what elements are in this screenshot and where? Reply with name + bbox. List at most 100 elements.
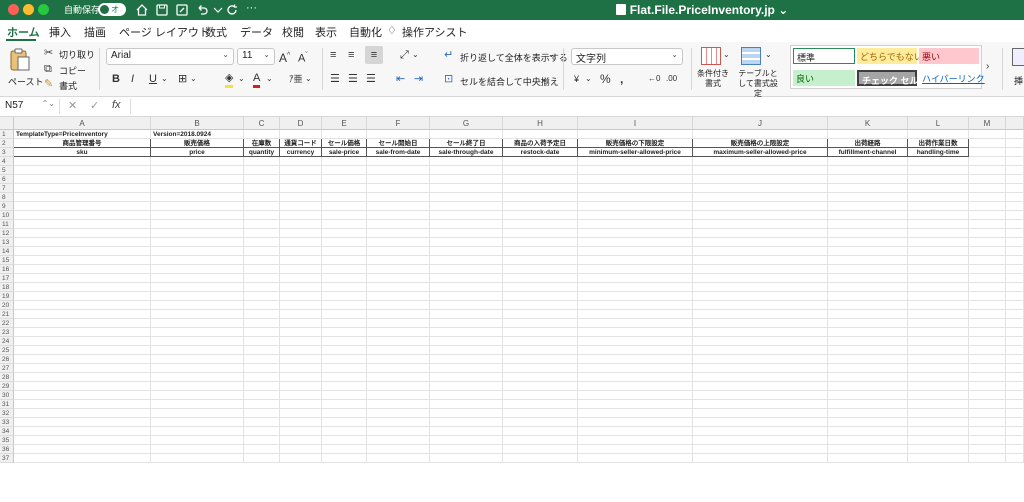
- number-format-select[interactable]: 文字列 ⌄: [571, 48, 683, 65]
- grid-cell[interactable]: [503, 337, 578, 346]
- grid-cell[interactable]: [244, 283, 280, 292]
- grid-cell[interactable]: [828, 265, 908, 274]
- grid-cell[interactable]: [244, 364, 280, 373]
- grid-cell[interactable]: [578, 193, 693, 202]
- grid-cell[interactable]: [14, 445, 151, 454]
- orientation-dropdown-icon[interactable]: ⌄: [412, 48, 419, 62]
- tab-draw[interactable]: 描画: [84, 24, 106, 40]
- cut-icon[interactable]: ✂: [44, 46, 53, 60]
- grid-cell[interactable]: [430, 364, 503, 373]
- grid-cell[interactable]: [244, 373, 280, 382]
- grid-cell[interactable]: [969, 292, 1006, 301]
- grid-cell[interactable]: [908, 301, 969, 310]
- grid-cell[interactable]: [578, 364, 693, 373]
- grid-cell[interactable]: [430, 292, 503, 301]
- grid-cell[interactable]: [503, 193, 578, 202]
- grid-cell[interactable]: [322, 382, 367, 391]
- grid-cell[interactable]: [367, 184, 430, 193]
- grid-cell[interactable]: [503, 265, 578, 274]
- grid-cell[interactable]: [1006, 193, 1024, 202]
- grid-cell[interactable]: [578, 283, 693, 292]
- grid-cell[interactable]: [151, 427, 244, 436]
- grid-cell[interactable]: [244, 355, 280, 364]
- grid-cell[interactable]: [322, 328, 367, 337]
- grid-cell[interactable]: [1006, 391, 1024, 400]
- grid-cell[interactable]: [828, 328, 908, 337]
- grid-cell[interactable]: [430, 220, 503, 229]
- grid-cell[interactable]: [1006, 265, 1024, 274]
- grid-cell[interactable]: [367, 328, 430, 337]
- grid-cell[interactable]: [14, 364, 151, 373]
- font-name-select[interactable]: Arial ⌄: [106, 48, 234, 65]
- grid-cell[interactable]: [280, 454, 322, 463]
- styles-scroll-right-icon[interactable]: ›: [986, 60, 989, 74]
- phonetic-dropdown-icon[interactable]: ⌄: [305, 72, 312, 86]
- grid-cell[interactable]: [1006, 436, 1024, 445]
- bold-icon[interactable]: B: [112, 72, 120, 86]
- grid-cell[interactable]: [578, 454, 693, 463]
- grid-cell[interactable]: [578, 346, 693, 355]
- header-cell-field[interactable]: handling-time: [908, 148, 969, 157]
- grid-cell[interactable]: [578, 445, 693, 454]
- grid-cell[interactable]: [1006, 418, 1024, 427]
- grid-cell[interactable]: [14, 202, 151, 211]
- grid-cell[interactable]: [367, 454, 430, 463]
- grid-cell[interactable]: [828, 355, 908, 364]
- grid-cell[interactable]: [578, 328, 693, 337]
- row-header[interactable]: 9: [0, 202, 14, 211]
- grid-cell[interactable]: [244, 247, 280, 256]
- header-cell-field[interactable]: currency: [280, 148, 322, 157]
- grid-cell[interactable]: [828, 193, 908, 202]
- grid-cell[interactable]: [828, 310, 908, 319]
- grid-cell[interactable]: [503, 184, 578, 193]
- grid-cell[interactable]: [151, 328, 244, 337]
- grid-cell[interactable]: [503, 211, 578, 220]
- column-header-g[interactable]: G: [430, 117, 503, 130]
- header-cell-field[interactable]: sku: [14, 148, 151, 157]
- grid-cell[interactable]: [908, 436, 969, 445]
- grid-cell[interactable]: [430, 436, 503, 445]
- grid-cell[interactable]: [280, 229, 322, 238]
- grid-cell[interactable]: [367, 211, 430, 220]
- copy-label[interactable]: コピー: [59, 64, 86, 77]
- grid-cell[interactable]: [693, 283, 828, 292]
- grid-cell[interactable]: [244, 454, 280, 463]
- grid-cell[interactable]: [969, 256, 1006, 265]
- grid-cell[interactable]: [280, 337, 322, 346]
- grid-cell[interactable]: [908, 337, 969, 346]
- grid-cell[interactable]: [430, 373, 503, 382]
- tab-automate[interactable]: 自動化: [349, 24, 382, 40]
- grid-cell[interactable]: [693, 409, 828, 418]
- grid-cell[interactable]: [828, 445, 908, 454]
- grid-cell[interactable]: [1006, 319, 1024, 328]
- orientation-icon[interactable]: ⤢: [400, 48, 409, 62]
- grid-cell[interactable]: [151, 337, 244, 346]
- grid-cell[interactable]: [503, 301, 578, 310]
- grid-cell[interactable]: [908, 256, 969, 265]
- font-color-dropdown-icon[interactable]: ⌄: [266, 72, 273, 86]
- enter-icon[interactable]: ✓: [90, 99, 99, 112]
- grid-cell[interactable]: [503, 292, 578, 301]
- grid-cell[interactable]: [1006, 337, 1024, 346]
- grid-cell[interactable]: [280, 409, 322, 418]
- grid-cell[interactable]: [503, 157, 578, 166]
- grid-cell[interactable]: [430, 166, 503, 175]
- underline-icon[interactable]: U: [149, 72, 157, 86]
- grid-cell[interactable]: [367, 193, 430, 202]
- grid-cell[interactable]: [367, 229, 430, 238]
- grid-cell[interactable]: [280, 256, 322, 265]
- row-header[interactable]: 26: [0, 355, 14, 364]
- grid-cell[interactable]: [828, 157, 908, 166]
- grid-cell[interactable]: [578, 184, 693, 193]
- grid-cell[interactable]: [322, 364, 367, 373]
- grid-cell[interactable]: [1006, 247, 1024, 256]
- grid-cell[interactable]: [367, 256, 430, 265]
- grid-cell[interactable]: [244, 310, 280, 319]
- grid-cell[interactable]: [828, 301, 908, 310]
- grid-cell[interactable]: [430, 418, 503, 427]
- grid-cell[interactable]: [280, 301, 322, 310]
- grid-cell[interactable]: [578, 337, 693, 346]
- underline-dropdown-icon[interactable]: ⌄: [161, 72, 168, 86]
- grid-cell[interactable]: [503, 400, 578, 409]
- grid-cell[interactable]: [693, 364, 828, 373]
